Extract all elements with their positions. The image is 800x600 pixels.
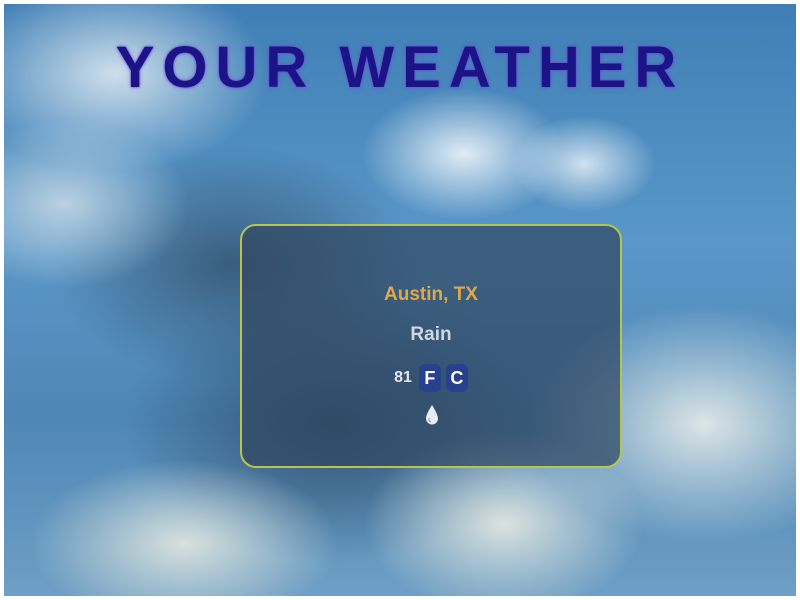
- temperature-row: 81 F C: [242, 364, 620, 392]
- fahrenheit-button[interactable]: F: [418, 364, 441, 392]
- city-name: Austin, TX: [384, 284, 478, 305]
- weather-condition: Rain: [410, 324, 452, 345]
- temperature-value: 81: [394, 369, 412, 386]
- page-title: YOUR WEATHER: [115, 35, 685, 100]
- raindrop-icon: [426, 405, 438, 425]
- celsius-button[interactable]: C: [445, 364, 468, 392]
- weather-card: Austin, TX Rain 81 F C: [240, 224, 622, 468]
- app-frame: YOUR WEATHER Austin, TX Rain 81 F C: [0, 0, 800, 600]
